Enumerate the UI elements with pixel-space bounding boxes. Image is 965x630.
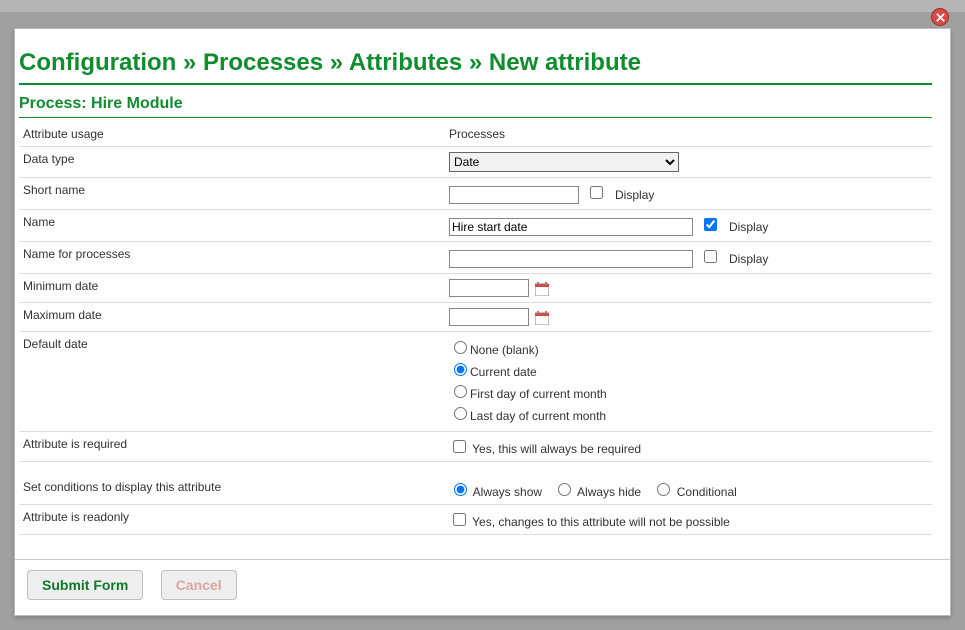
scroll-area[interactable]: Configuration » Processes » Attributes »… bbox=[15, 29, 950, 551]
short-name-input[interactable] bbox=[449, 186, 579, 204]
calendar-icon[interactable] bbox=[535, 282, 549, 296]
default-date-last-radio[interactable] bbox=[454, 407, 467, 420]
required-checkbox[interactable] bbox=[453, 440, 466, 453]
label-name-for-processes: Name for processes bbox=[19, 242, 445, 274]
label-default-date: Default date bbox=[19, 332, 445, 432]
readonly-text: Yes, changes to this attribute will not … bbox=[472, 515, 730, 529]
required-text: Yes, this will always be required bbox=[472, 442, 641, 456]
close-icon[interactable] bbox=[931, 8, 949, 26]
breadcrumb-part[interactable]: Attributes bbox=[349, 49, 462, 76]
name-for-processes-display-checkbox[interactable] bbox=[704, 250, 717, 263]
label-minimum-date: Minimum date bbox=[19, 274, 445, 303]
maximum-date-input[interactable] bbox=[449, 308, 529, 326]
cond-always-show-radio[interactable] bbox=[454, 483, 467, 496]
display-label: Display bbox=[729, 220, 768, 234]
name-display-checkbox[interactable] bbox=[704, 218, 717, 231]
modal-dialog: Configuration » Processes » Attributes »… bbox=[14, 28, 951, 616]
label-name: Name bbox=[19, 210, 445, 242]
name-for-processes-input[interactable] bbox=[449, 250, 693, 268]
default-date-none-radio[interactable] bbox=[454, 341, 467, 354]
process-title: Process: Hire Module bbox=[19, 95, 932, 118]
label-display-conditions: Set conditions to display this attribute bbox=[19, 462, 445, 505]
calendar-icon[interactable] bbox=[535, 311, 549, 325]
label-short-name: Short name bbox=[19, 178, 445, 210]
breadcrumb-part[interactable]: Processes bbox=[203, 49, 323, 76]
minimum-date-input[interactable] bbox=[449, 279, 529, 297]
cond-conditional-radio[interactable] bbox=[657, 483, 670, 496]
label-maximum-date: Maximum date bbox=[19, 303, 445, 332]
breadcrumb-part[interactable]: Configuration bbox=[19, 49, 176, 76]
display-label: Display bbox=[615, 188, 654, 202]
breadcrumb-part: New attribute bbox=[489, 49, 641, 76]
short-name-display-checkbox[interactable] bbox=[590, 186, 603, 199]
breadcrumb: Configuration » Processes » Attributes »… bbox=[19, 49, 932, 85]
label-readonly: Attribute is readonly bbox=[19, 505, 445, 535]
form-table: Attribute usage Processes Data type Date… bbox=[19, 122, 932, 535]
label-required: Attribute is required bbox=[19, 432, 445, 462]
value-attribute-usage: Processes bbox=[445, 122, 932, 147]
default-date-first-radio[interactable] bbox=[454, 385, 467, 398]
name-input[interactable] bbox=[449, 218, 693, 236]
default-date-current-radio[interactable] bbox=[454, 363, 467, 376]
cond-always-hide-radio[interactable] bbox=[558, 483, 571, 496]
submit-button[interactable]: Submit Form bbox=[27, 570, 143, 600]
display-label: Display bbox=[729, 252, 768, 266]
label-data-type: Data type bbox=[19, 147, 445, 178]
readonly-checkbox[interactable] bbox=[453, 513, 466, 526]
cancel-button[interactable]: Cancel bbox=[161, 570, 237, 600]
data-type-select[interactable]: Date bbox=[449, 152, 679, 172]
label-attribute-usage: Attribute usage bbox=[19, 122, 445, 147]
button-bar: Submit Form Cancel bbox=[15, 559, 950, 615]
